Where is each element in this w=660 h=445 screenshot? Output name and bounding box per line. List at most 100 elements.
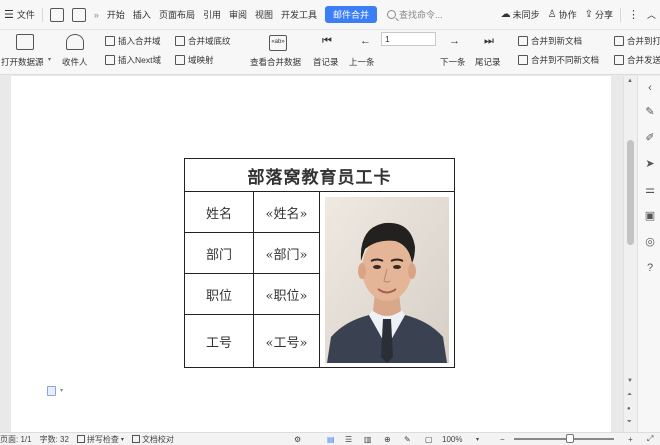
doc-check-icon (131, 435, 140, 443)
hamburger-icon: ☰ (4, 9, 14, 21)
zoom-dropdown-icon[interactable]: ▾ (476, 436, 479, 443)
right-side-panel: ‹ ✎ ✐ ➤ ⚌ ▣ ◎ ? (637, 76, 660, 432)
spellcheck-toggle[interactable]: 拼写检查 ▾ (76, 434, 124, 445)
tab-page-layout[interactable]: 页面布局 (155, 0, 199, 30)
insert-next-field-button[interactable]: 插入Next域 (105, 54, 161, 66)
card-label-name: 姓名 (184, 191, 254, 233)
tab-mail-merge[interactable]: 邮件合并 (325, 6, 378, 23)
file-menu-label: 文件 (16, 10, 35, 20)
export-icon (71, 7, 86, 22)
merge-field-employee-id[interactable]: «工号» (253, 314, 320, 368)
send-icon (614, 55, 624, 65)
zoom-level[interactable]: 100% (442, 435, 462, 444)
location-icon[interactable]: ◎ (644, 236, 656, 248)
read-view-icon[interactable]: ▥ (364, 435, 372, 444)
tab-references[interactable]: 引用 (199, 0, 225, 30)
different-docs-icon (518, 55, 528, 65)
prev-page-icon[interactable]: ⏶ (627, 392, 632, 399)
merge-send-button[interactable]: 合并发送 (614, 54, 660, 66)
browse-object-icon[interactable]: ● (627, 406, 631, 412)
image-icon[interactable]: ▣ (644, 210, 656, 222)
merge-send-label: 合并发送 (627, 55, 660, 65)
dropdown-caret-icon: ▾ (48, 57, 52, 63)
pen-icon[interactable]: ✐ (644, 132, 656, 144)
card-title: 部落窝教育员工卡 (184, 158, 455, 192)
merge-to-new-doc-button[interactable]: 合并到新文档 (518, 35, 582, 47)
collab-label: 协作 (558, 10, 577, 20)
style-icon[interactable]: ✎ (644, 106, 656, 118)
share-button[interactable]: ⇪ 分享 (581, 0, 617, 30)
vertical-scrollbar[interactable]: ▲ ▼ ⏶ ● ⏷ (623, 76, 637, 432)
tab-home[interactable]: 开始 (103, 0, 129, 30)
eye-protect-icon[interactable]: ▢ (425, 435, 433, 444)
web-view-icon[interactable]: ⊕ (384, 435, 391, 444)
last-record-label: 尾记录 (475, 57, 501, 67)
next-page-icon[interactable]: ⏷ (627, 419, 632, 426)
merge-field-department[interactable]: «部门» (253, 232, 320, 274)
spellcheck-label: 拼写检查 (86, 434, 119, 444)
tab-developer[interactable]: 开发工具 (277, 0, 321, 30)
adjust-icon[interactable]: ⚌ (644, 184, 656, 196)
insert-merge-field-button[interactable]: 插入合并域 (105, 35, 161, 47)
collapse-ribbon-icon[interactable]: ︿ (643, 0, 660, 30)
help-icon[interactable]: ? (644, 262, 656, 274)
paste-caret-icon[interactable]: ▾ (60, 387, 63, 394)
card-label-employee-id: 工号 (184, 314, 254, 368)
last-record-icon: ⏭ (484, 35, 494, 47)
open-datasource-label: 打开数据源 (1, 57, 44, 67)
scroll-down-icon[interactable]: ▼ (627, 378, 633, 384)
merge-field-position[interactable]: «职位» (253, 273, 320, 315)
merge-to-different-docs-button[interactable]: 合并到不同新文档 (518, 54, 599, 66)
command-search[interactable]: 查找命令... (387, 8, 443, 21)
merge-to-new-doc-label: 合并到新文档 (531, 36, 583, 46)
collapse-panel-icon[interactable]: ‹ (644, 82, 656, 94)
page-count[interactable]: 页面: 1/1 (0, 434, 32, 445)
first-record-label: 首记录 (313, 57, 339, 67)
next-record-label: 下一条 (440, 57, 466, 67)
write-mode-icon[interactable]: ✎ (404, 435, 411, 444)
zoom-in-icon[interactable]: + (628, 435, 633, 444)
employee-card-table: 部落窝教育员工卡 姓名 «姓名» 部门 «部门» 职位 «职位» 工号 «工号» (184, 158, 455, 368)
more-options-icon[interactable]: ⋮ (624, 0, 643, 30)
zoom-slider-handle[interactable] (566, 434, 574, 443)
tab-insert[interactable]: 插入 (129, 0, 155, 30)
sync-label: 未同步 (512, 10, 540, 20)
record-number-input[interactable]: 1 (381, 32, 436, 46)
merge-print-label: 合并到打 (627, 36, 660, 46)
zoom-out-icon[interactable]: − (500, 435, 505, 444)
divider (619, 7, 621, 22)
select-cursor-icon[interactable]: ➤ (644, 158, 656, 170)
menu-right-group: ☁ 未同步 ♙ 协作 ⇪ 分享 ⋮ ︿ (497, 0, 660, 30)
outline-view-icon[interactable]: ☰ (345, 435, 352, 444)
protect-icon[interactable]: ⚙ (294, 435, 301, 444)
merge-field-name[interactable]: «姓名» (253, 191, 320, 233)
insert-merge-field-label: 插入合并域 (118, 36, 161, 46)
shading-icon (175, 36, 185, 46)
zoom-slider[interactable] (514, 438, 614, 440)
word-count[interactable]: 字数: 32 (40, 434, 69, 445)
more-chevron-icon[interactable]: » (90, 0, 103, 30)
sync-status[interactable]: ☁ 未同步 (497, 0, 544, 30)
scroll-up-icon[interactable]: ▲ (627, 78, 633, 84)
photo-cell (319, 191, 455, 368)
collab-button[interactable]: ♙ 协作 (544, 0, 581, 30)
field-mapping-button[interactable]: 域映射 (175, 54, 214, 66)
merge-to-printer-button[interactable]: 合并到打 (614, 35, 660, 47)
recipients-icon (66, 34, 84, 50)
prev-record-label: 上一条 (349, 57, 375, 67)
doc-check-button[interactable]: 文档校对 (131, 434, 174, 445)
undo-redo-icon[interactable] (68, 0, 90, 30)
file-menu[interactable]: ☰ 文件 (0, 0, 39, 30)
tab-review[interactable]: 审阅 (225, 0, 251, 30)
paste-options-icon[interactable] (47, 386, 56, 396)
scrollbar-thumb[interactable] (627, 140, 634, 245)
next-arrow-icon: → (449, 35, 460, 47)
abc-field-icon: «ab» (269, 35, 287, 51)
document-page[interactable]: 部落窝教育员工卡 姓名 «姓名» 部门 «部门» 职位 «职位» 工号 «工号» (11, 76, 611, 432)
fit-window-icon[interactable]: ⤢ (647, 434, 653, 444)
save-icon[interactable] (46, 0, 68, 30)
merge-field-shading-button[interactable]: 合并域底纹 (175, 35, 231, 47)
page-view-icon[interactable]: ▤ (327, 435, 335, 444)
prev-arrow-icon: ← (360, 35, 371, 47)
tab-view[interactable]: 视图 (251, 0, 277, 30)
